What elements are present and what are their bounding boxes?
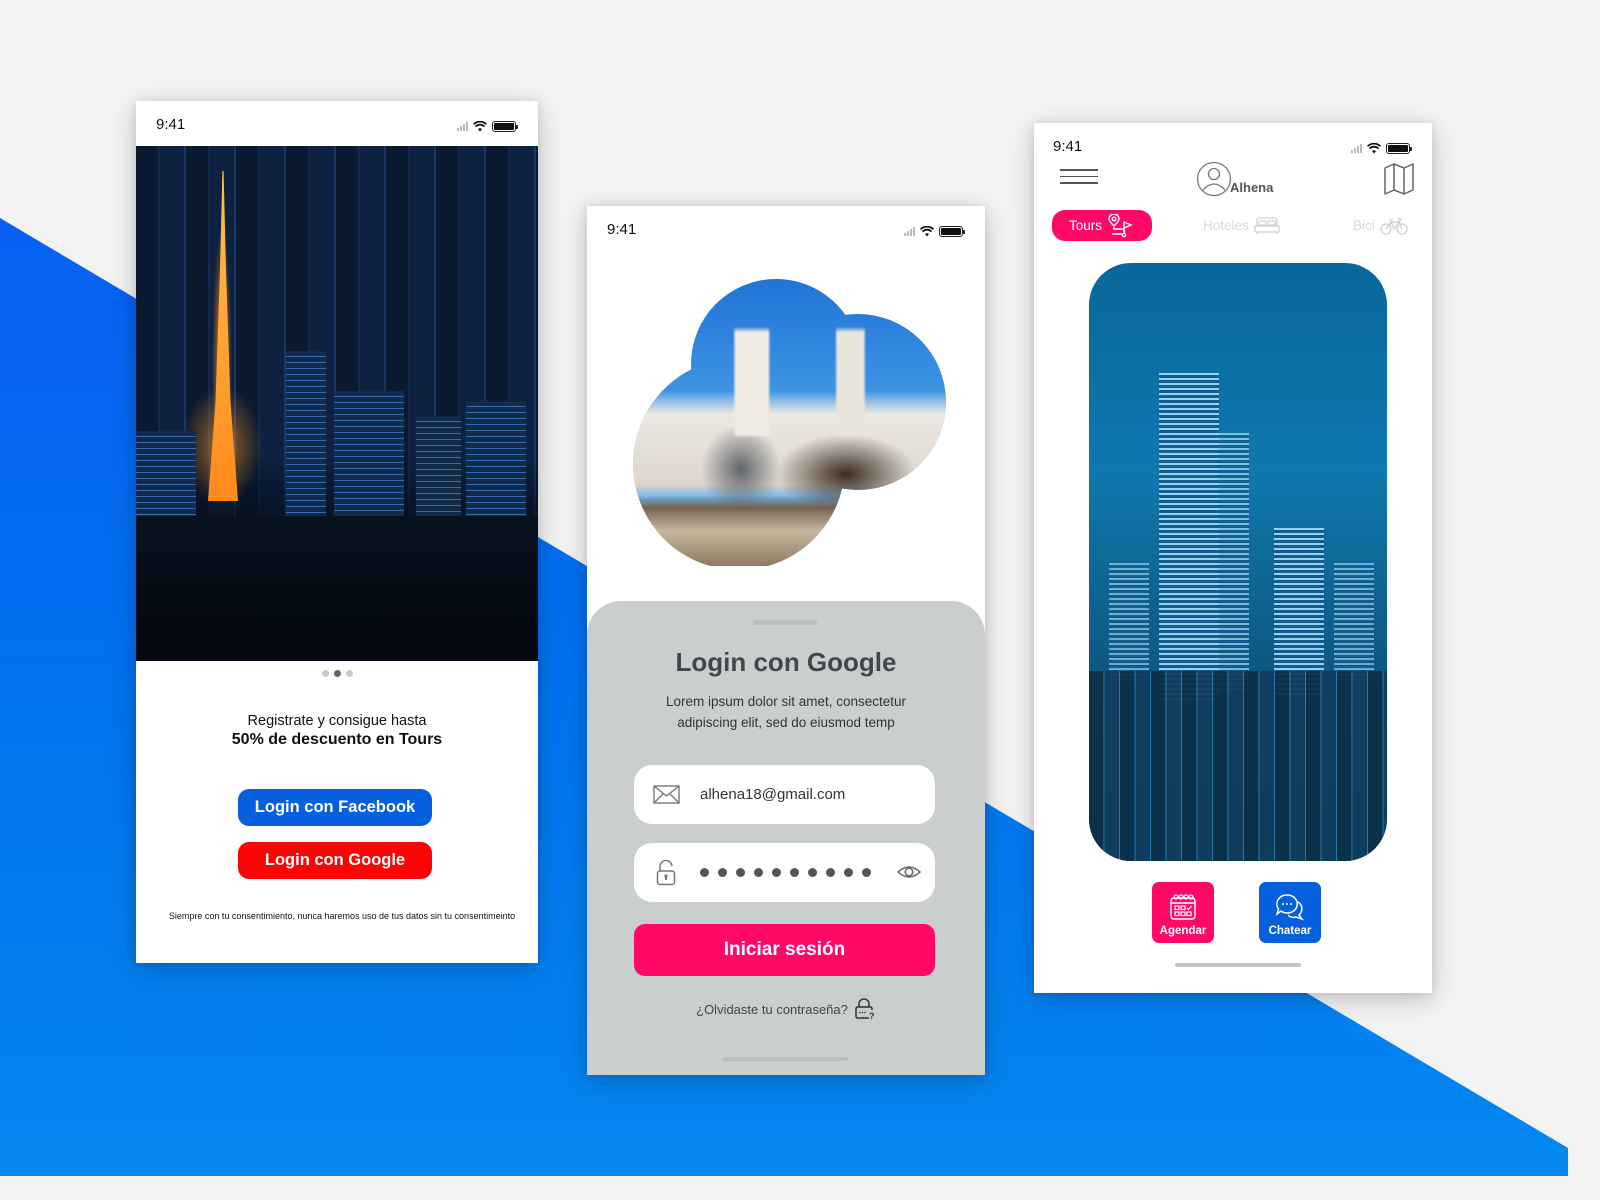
- sheet-description: Lorem ipsum dolor sit amet, consectetur …: [665, 694, 907, 730]
- login-screen: 9:41 Login con Google Lorem ipsum dolor …: [587, 206, 985, 1075]
- signal-icon: [1351, 144, 1362, 153]
- battery-icon: [1386, 143, 1412, 154]
- top-navigation: Alhena: [1034, 161, 1432, 203]
- tab-bici[interactable]: Bici: [1353, 210, 1408, 241]
- promo-line-1: Registrate y consigue hasta: [247, 713, 427, 729]
- lock-question-icon: ?: [855, 998, 875, 1020]
- email-value[interactable]: alhena18@gmail.com: [700, 786, 845, 803]
- agendar-button[interactable]: Agendar: [1152, 882, 1214, 943]
- mail-icon: [652, 783, 680, 807]
- bicycle-icon: [1380, 217, 1408, 235]
- sign-in-button[interactable]: Iniciar sesión: [634, 924, 935, 976]
- password-field[interactable]: [634, 843, 935, 902]
- user-profile[interactable]: Alhena: [1196, 161, 1273, 197]
- email-field[interactable]: alhena18@gmail.com: [634, 765, 935, 824]
- tab-tours[interactable]: Tours: [1052, 210, 1152, 241]
- tab-hoteles[interactable]: Hoteles: [1203, 210, 1280, 241]
- battery-icon: [939, 226, 965, 237]
- map-icon[interactable]: [1384, 163, 1414, 195]
- consent-text: Siempre con tu consentimiento, nunca har…: [168, 911, 516, 921]
- battery-icon: [492, 121, 518, 132]
- carousel-dots[interactable]: [136, 670, 538, 677]
- promo-line-2: 50% de descuento en Tours: [231, 731, 443, 748]
- madrid-cibeles-image: [631, 274, 949, 566]
- wifi-icon: [920, 226, 934, 237]
- carousel-dot-active[interactable]: [333, 670, 341, 677]
- home-screen: 9:41 Alhena Tours Hoteles Bici Agendar C…: [1034, 123, 1432, 993]
- city-skyline-image[interactable]: [1089, 263, 1387, 861]
- user-name: Alhena: [1230, 180, 1274, 195]
- chat-bubbles-icon: [1275, 894, 1305, 921]
- calendar-icon: [1170, 894, 1196, 920]
- password-masked[interactable]: [700, 868, 871, 877]
- tokyo-skyline-image: [136, 146, 538, 661]
- status-time: 9:41: [156, 116, 186, 133]
- promo-text: Registrate y consigue hasta 50% de descu…: [136, 713, 538, 749]
- category-tabs: Tours Hoteles Bici: [1052, 210, 1432, 241]
- unlock-icon: [652, 859, 680, 885]
- eye-icon[interactable]: [896, 861, 922, 888]
- login-sheet: Login con Google Lorem ipsum dolor sit a…: [587, 601, 985, 1075]
- signal-icon: [904, 227, 915, 236]
- wifi-icon: [1367, 143, 1381, 154]
- bed-icon: [1254, 216, 1280, 234]
- svg-text:?: ?: [869, 1011, 875, 1020]
- onboarding-screen: 9:41 Registrate y consigue hasta 50% de …: [136, 101, 538, 963]
- login-google-button[interactable]: Login con Google: [238, 842, 432, 879]
- sheet-drag-handle[interactable]: [753, 620, 817, 625]
- status-bar: 9:41: [136, 101, 538, 146]
- user-avatar-icon: [1196, 161, 1232, 197]
- sheet-title: Login con Google: [675, 647, 897, 677]
- wifi-icon: [473, 121, 487, 132]
- login-facebook-button[interactable]: Login con Facebook: [238, 789, 432, 826]
- status-bar: 9:41: [587, 206, 985, 251]
- tokyo-tower: [208, 171, 238, 501]
- chatear-button[interactable]: Chatear: [1259, 882, 1321, 943]
- home-indicator: [722, 1057, 848, 1061]
- menu-icon[interactable]: [1060, 169, 1098, 184]
- carousel-dot[interactable]: [345, 670, 353, 677]
- home-indicator: [1175, 963, 1301, 967]
- forgot-password-link[interactable]: ¿Olvidaste tu contraseña? ?: [587, 998, 985, 1020]
- status-time: 9:41: [1053, 138, 1083, 155]
- carousel-dot[interactable]: [321, 670, 329, 677]
- signal-icon: [457, 122, 468, 131]
- status-time: 9:41: [607, 221, 637, 238]
- route-pin-flag-icon: [1108, 213, 1133, 237]
